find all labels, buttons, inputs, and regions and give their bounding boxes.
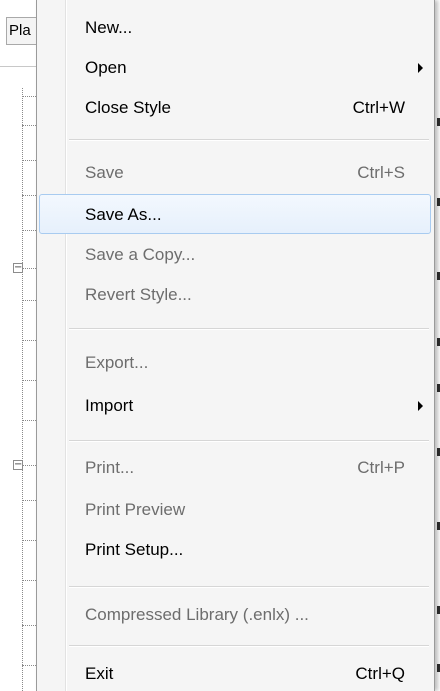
menu-item-compressed-library[interactable]: Compressed Library (.enlx) ... bbox=[39, 595, 431, 635]
menu-item-label: Revert Style... bbox=[85, 285, 192, 304]
tree-branch bbox=[22, 300, 36, 301]
tree-branch bbox=[22, 160, 36, 161]
background-tab[interactable]: Pla bbox=[6, 17, 36, 45]
tree-branch bbox=[22, 340, 36, 341]
tree-branch bbox=[22, 540, 36, 541]
menu-item-import[interactable]: Import bbox=[39, 386, 431, 426]
chevron-right-icon bbox=[418, 63, 423, 73]
tree-branch bbox=[22, 500, 36, 501]
menu-separator bbox=[69, 645, 429, 647]
background-right-edge bbox=[435, 0, 440, 691]
tree-branch bbox=[22, 268, 36, 269]
collapse-minus-icon[interactable]: − bbox=[13, 460, 23, 470]
menu-separator bbox=[69, 139, 429, 141]
tree-branch bbox=[22, 665, 36, 666]
tree-guide-line bbox=[22, 88, 23, 691]
tree-branch bbox=[22, 420, 36, 421]
menu-item-shortcut: Ctrl+S bbox=[357, 163, 405, 182]
menu-item-label: New... bbox=[85, 18, 133, 37]
background-window: Pla − − bbox=[0, 0, 36, 691]
menu-item-label: Print Preview bbox=[85, 500, 186, 519]
menu-item-label: Exit bbox=[85, 664, 114, 683]
tree-branch bbox=[22, 625, 36, 626]
file-menu: New... Open Close Style Ctrl+W Save Ctrl… bbox=[36, 0, 435, 691]
menu-item-revert-style[interactable]: Revert Style... bbox=[39, 275, 431, 315]
menu-item-close-style[interactable]: Close Style Ctrl+W bbox=[39, 88, 431, 128]
menu-item-save-as[interactable]: Save As... bbox=[39, 194, 431, 234]
tree-branch bbox=[22, 96, 36, 97]
menu-item-label: Export... bbox=[85, 353, 149, 372]
menu-item-print-setup[interactable]: Print Setup... bbox=[39, 530, 431, 570]
menu-item-shortcut: Ctrl+P bbox=[357, 458, 405, 477]
menu-item-label: Print Setup... bbox=[85, 540, 184, 559]
menu-item-open[interactable]: Open bbox=[39, 48, 431, 88]
menu-separator bbox=[69, 328, 429, 330]
background-toolbar: Pla bbox=[0, 0, 36, 67]
menu-item-new[interactable]: New... bbox=[39, 8, 431, 48]
menu-item-save-a-copy[interactable]: Save a Copy... bbox=[39, 235, 431, 275]
tree-branch bbox=[22, 230, 36, 231]
tree-branch bbox=[22, 125, 36, 126]
tree-branch bbox=[22, 580, 36, 581]
menu-item-label: Save As... bbox=[85, 205, 162, 224]
menu-item-print-preview[interactable]: Print Preview bbox=[39, 490, 431, 530]
menu-item-label: Import bbox=[85, 396, 134, 415]
menu-item-label: Save a Copy... bbox=[85, 245, 196, 264]
menu-item-print[interactable]: Print... Ctrl+P bbox=[39, 448, 431, 488]
menu-item-exit[interactable]: Exit Ctrl+Q bbox=[39, 654, 431, 691]
menu-item-label: Print... bbox=[85, 458, 135, 477]
tree-branch bbox=[22, 465, 36, 466]
menu-item-label: Save bbox=[85, 163, 124, 182]
menu-item-label: Compressed Library (.enlx) ... bbox=[85, 605, 309, 624]
tree-branch bbox=[22, 380, 36, 381]
menu-item-label: Open bbox=[85, 58, 127, 77]
menu-separator bbox=[69, 586, 429, 588]
chevron-right-icon bbox=[418, 401, 423, 411]
menu-item-save[interactable]: Save Ctrl+S bbox=[39, 153, 431, 193]
menu-separator bbox=[69, 440, 429, 442]
menu-item-shortcut: Ctrl+W bbox=[352, 98, 405, 117]
menu-item-export[interactable]: Export... bbox=[39, 343, 431, 383]
tree-branch bbox=[22, 195, 36, 196]
screen: Pla − − New... Open Close Style Ctrl+W S… bbox=[0, 0, 440, 691]
menu-item-shortcut: Ctrl+Q bbox=[355, 664, 405, 683]
menu-item-label: Close Style bbox=[85, 98, 171, 117]
collapse-minus-icon[interactable]: − bbox=[13, 263, 23, 273]
